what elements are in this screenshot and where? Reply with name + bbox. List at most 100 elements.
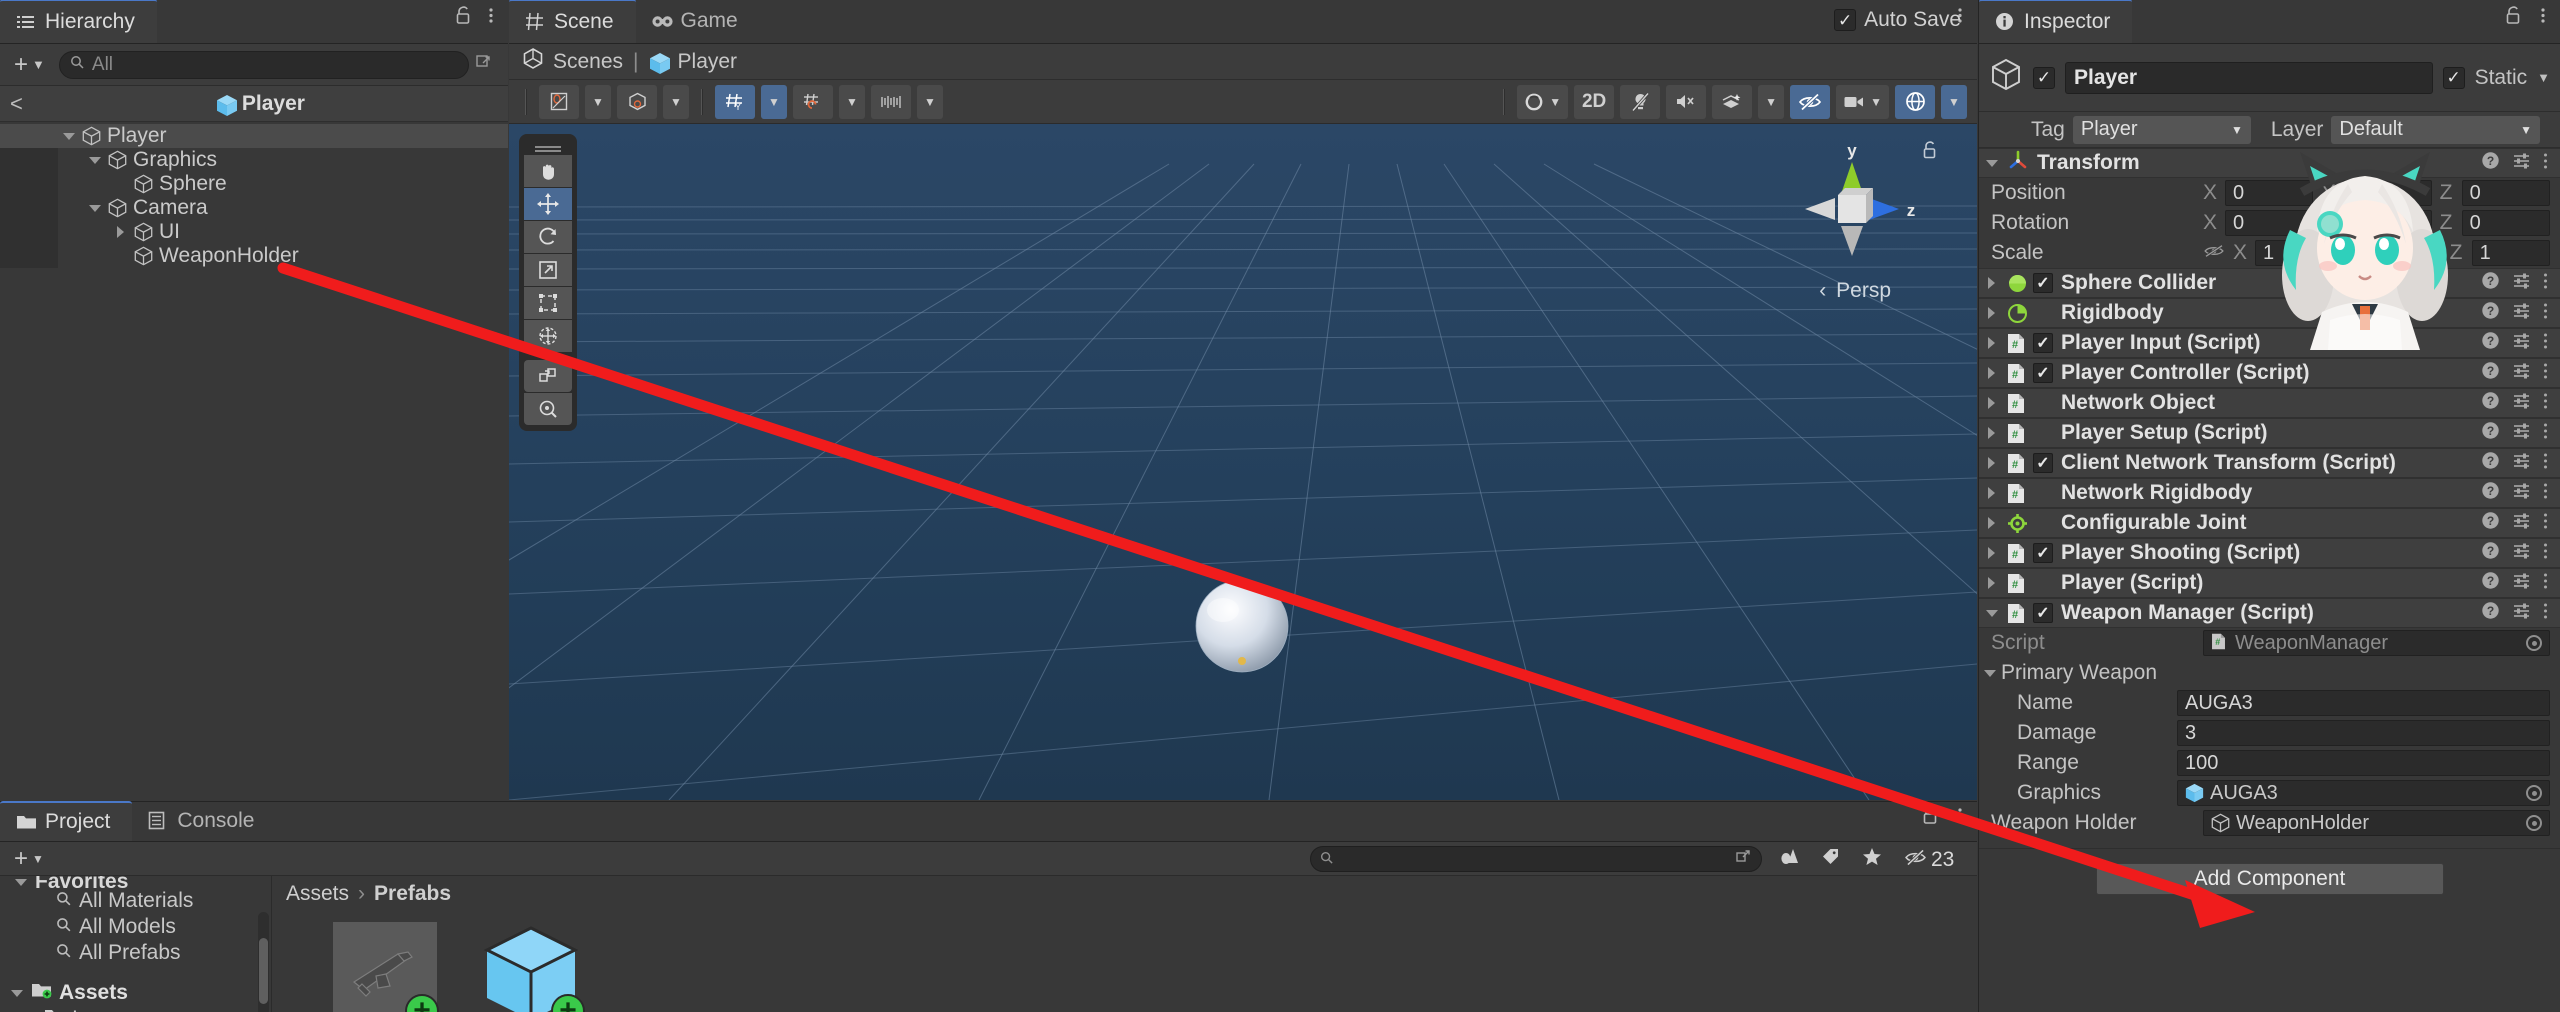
- kebab-menu-icon[interactable]: [2543, 422, 2548, 445]
- transform-scale-y-field[interactable]: 1: [2363, 240, 2442, 266]
- kebab-menu-icon[interactable]: [2543, 602, 2548, 625]
- kebab-menu-icon[interactable]: [2543, 512, 2548, 535]
- weapon-holder-object-field[interactable]: WeaponHolder: [2203, 810, 2550, 836]
- transform-position-x-field[interactable]: 0: [2225, 180, 2314, 206]
- layer-dropdown[interactable]: Default ▼: [2331, 115, 2540, 144]
- project-add-button[interactable]: + ▼: [8, 845, 50, 873]
- help-icon[interactable]: ?: [2481, 511, 2500, 535]
- primary-weapon-group[interactable]: Primary Weapon: [1979, 658, 2560, 688]
- add-component-button[interactable]: Add Component: [2095, 863, 2444, 895]
- hierarchy-item-ui[interactable]: UI: [0, 220, 508, 244]
- component-foldout-arrow[interactable]: [1985, 396, 1999, 410]
- type-filter-icon[interactable]: [1780, 846, 1799, 873]
- component-foldout-arrow[interactable]: [1985, 456, 1999, 470]
- inspector-lock-icon[interactable]: [2505, 6, 2522, 31]
- scene-viewport[interactable]: y z ‹ Persp: [509, 124, 1977, 800]
- auto-save-checkbox[interactable]: ✓: [1834, 9, 1857, 31]
- grid-visibility-caret[interactable]: ▼: [761, 84, 787, 119]
- help-icon[interactable]: ?: [2481, 601, 2500, 625]
- project-favorites-header[interactable]: Favorites: [0, 876, 271, 888]
- component-foldout-arrow[interactable]: [1985, 486, 1999, 500]
- hidden-objects-count[interactable]: 23: [1904, 848, 1954, 872]
- help-icon[interactable]: ?: [2481, 571, 2500, 595]
- project-tree-images[interactable]: Images: [0, 1006, 271, 1012]
- foldout-arrow-icon[interactable]: [14, 876, 28, 888]
- component-foldout-arrow[interactable]: [1985, 426, 1999, 440]
- tab-hierarchy[interactable]: Hierarchy: [0, 0, 157, 43]
- kebab-menu-icon[interactable]: [2543, 392, 2548, 415]
- tab-project[interactable]: Project: [0, 801, 133, 841]
- component-foldout-arrow[interactable]: [1985, 516, 1999, 530]
- rect-tool[interactable]: [524, 287, 572, 319]
- help-icon[interactable]: ?: [2481, 541, 2500, 565]
- project-favorite-all-models[interactable]: All Models: [0, 914, 271, 940]
- kebab-menu-icon[interactable]: [2543, 332, 2548, 355]
- view-options-dropdown[interactable]: [617, 84, 657, 119]
- grid-snap-caret[interactable]: ▼: [839, 84, 865, 119]
- scene-visibility-toggle[interactable]: [1790, 84, 1831, 119]
- auto-save-toggle[interactable]: ✓ Auto Save: [1834, 8, 1961, 32]
- component-header-configurable-joint[interactable]: Configurable Joint?: [1979, 508, 2560, 538]
- project-favorite-all-materials[interactable]: All Materials: [0, 888, 271, 914]
- preset-icon[interactable]: [2512, 541, 2531, 565]
- foldout-arrow-icon[interactable]: [62, 129, 76, 143]
- gameobject-name-field[interactable]: Player: [2065, 61, 2433, 94]
- hierarchy-item-graphics[interactable]: Graphics: [0, 148, 508, 172]
- component-enabled-checkbox[interactable]: ✓: [2033, 333, 2053, 353]
- project-lock-icon[interactable]: [1922, 806, 1939, 831]
- help-icon[interactable]: ?: [2481, 451, 2500, 475]
- component-header-network-rigidbody[interactable]: # Network Rigidbody?: [1979, 478, 2560, 508]
- transform-scale-x-field[interactable]: 1: [2255, 240, 2334, 266]
- available-tools[interactable]: [524, 393, 572, 425]
- preset-icon[interactable]: [2512, 331, 2531, 355]
- fx-caret[interactable]: ▼: [1758, 84, 1785, 119]
- transform-position-y-field[interactable]: 0: [2343, 180, 2432, 206]
- hierarchy-lock-icon[interactable]: [455, 6, 472, 31]
- hierarchy-back-button[interactable]: <: [10, 91, 23, 117]
- foldout-arrow-icon[interactable]: [114, 225, 128, 239]
- view-options-caret[interactable]: ▼: [663, 84, 689, 119]
- preset-icon[interactable]: [2512, 361, 2531, 385]
- preset-icon[interactable]: [2512, 421, 2531, 445]
- component-header-rigidbody[interactable]: Rigidbody?: [1979, 298, 2560, 328]
- hierarchy-item-camera[interactable]: Camera: [0, 196, 508, 220]
- asset-item-player[interactable]: +Player: [476, 922, 586, 1012]
- transform-position-z-field[interactable]: 0: [2461, 180, 2550, 206]
- weapon-field-input[interactable]: 3: [2177, 720, 2550, 746]
- transform-rotation-y-field[interactable]: 0: [2343, 210, 2432, 236]
- help-icon[interactable]: ?: [2481, 361, 2500, 385]
- grid-snap-toggle[interactable]: [793, 84, 833, 119]
- rotate-tool[interactable]: [524, 221, 572, 253]
- hand-tool[interactable]: [524, 155, 572, 187]
- favorite-star-icon[interactable]: [1862, 847, 1882, 872]
- weapon-field-input[interactable]: AUGA3: [2177, 690, 2550, 716]
- hierarchy-add-button[interactable]: + ▼: [8, 51, 51, 79]
- asset-item-auga3[interactable]: +AUGA3: [330, 922, 440, 1012]
- breadcrumb-assets[interactable]: Assets: [286, 882, 349, 906]
- hierarchy-menu-icon[interactable]: [488, 6, 494, 31]
- project-tree-scrollbar[interactable]: [258, 912, 269, 1012]
- foldout-arrow-icon[interactable]: [10, 986, 24, 1000]
- gizmos-toggle[interactable]: [1895, 84, 1935, 119]
- scene-breadcrumb-scenes[interactable]: Scenes: [553, 50, 623, 74]
- draw-mode-caret[interactable]: ▼: [585, 84, 611, 119]
- project-search-expand-icon[interactable]: [1735, 848, 1752, 870]
- tab-scene[interactable]: Scene: [509, 0, 636, 43]
- transform-foldout-arrow[interactable]: [1985, 156, 1999, 170]
- preset-icon[interactable]: [2512, 391, 2531, 415]
- transform-scale-z-field[interactable]: 1: [2471, 240, 2550, 266]
- label-filter-icon[interactable]: [1821, 847, 1840, 872]
- scene-lighting-sphere-dropdown[interactable]: ▼: [1517, 84, 1569, 119]
- static-checkbox[interactable]: ✓: [2442, 66, 2465, 89]
- snap-increment-dropdown[interactable]: [871, 84, 911, 119]
- help-icon[interactable]: ?: [2481, 391, 2500, 415]
- component-foldout-arrow[interactable]: [1985, 366, 1999, 380]
- draw-mode-dropdown[interactable]: [539, 84, 579, 119]
- component-header-weapon-manager[interactable]: # ✓ Weapon Manager (Script) ?: [1979, 598, 2560, 628]
- weapon-manager-enabled-checkbox[interactable]: ✓: [2033, 603, 2053, 623]
- kebab-menu-icon[interactable]: [2543, 482, 2548, 505]
- primary-weapon-foldout-arrow[interactable]: [1983, 666, 1997, 680]
- component-foldout-arrow[interactable]: [1985, 276, 1999, 290]
- help-icon[interactable]: ?: [2481, 331, 2500, 355]
- gameobject-enabled-checkbox[interactable]: ✓: [2033, 66, 2055, 89]
